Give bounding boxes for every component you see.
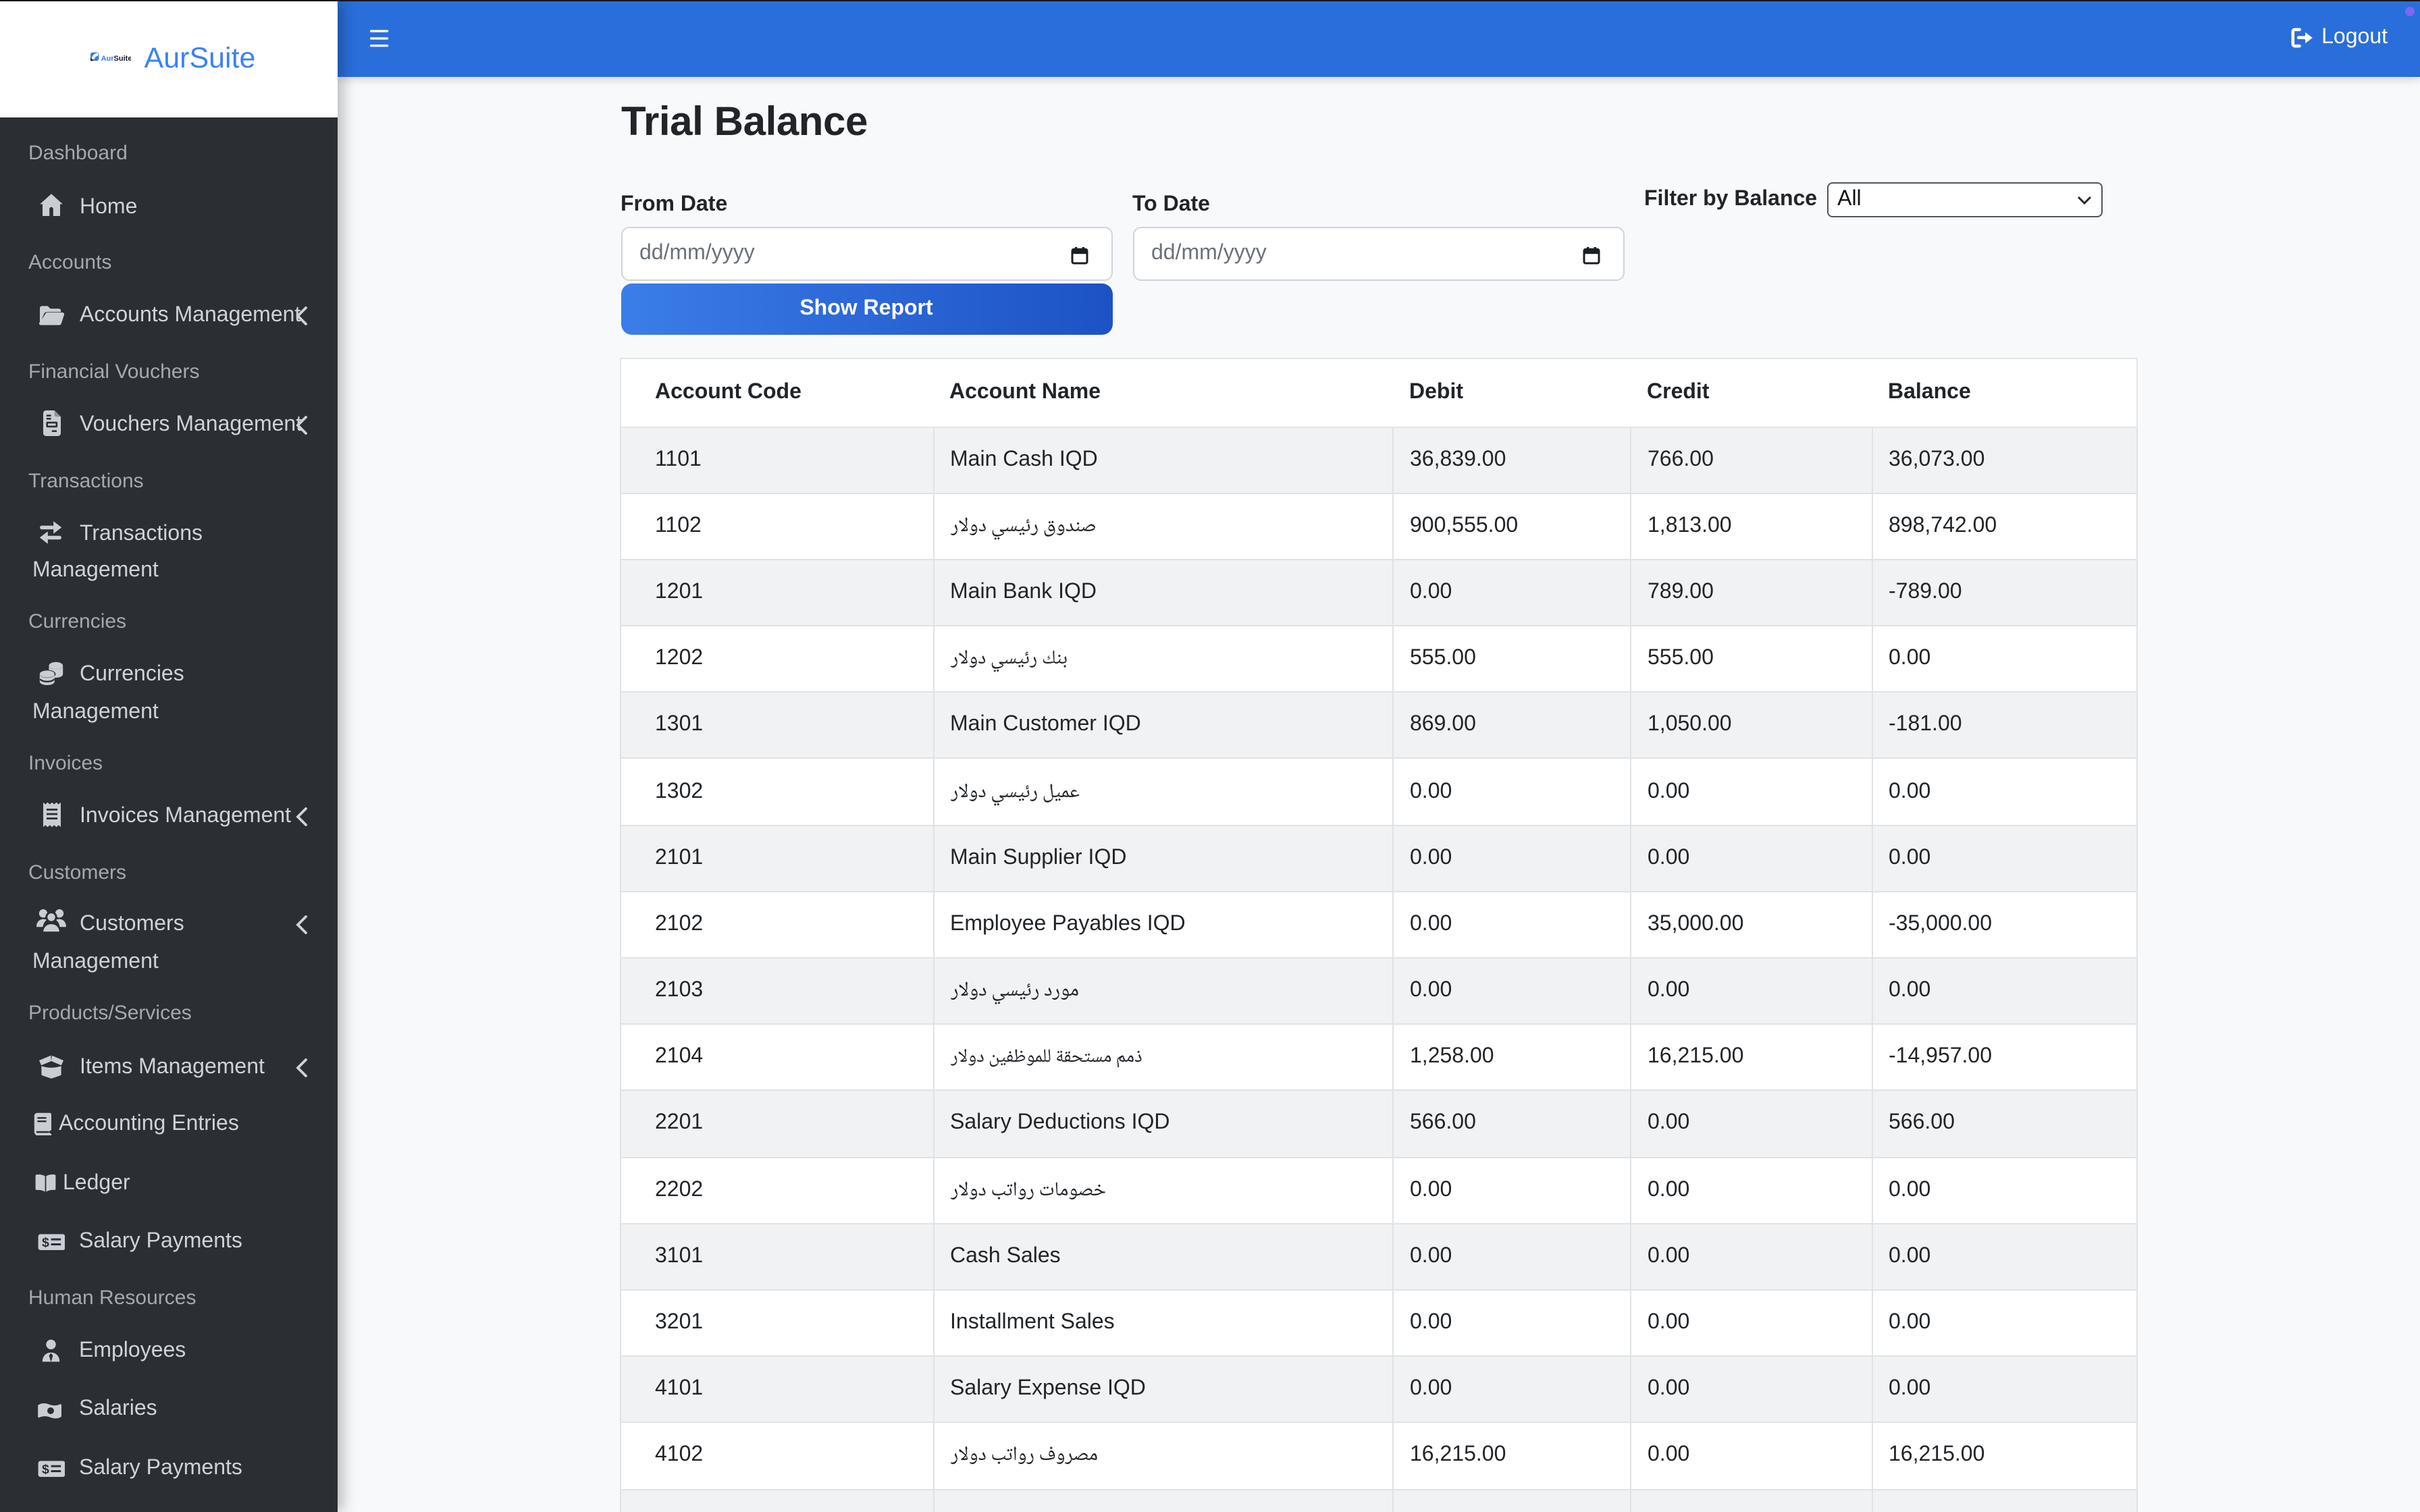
svg-text:$: $ — [41, 1461, 49, 1476]
svg-text:$: $ — [41, 1235, 49, 1250]
svg-text:AurSuite: AurSuite — [101, 54, 130, 62]
